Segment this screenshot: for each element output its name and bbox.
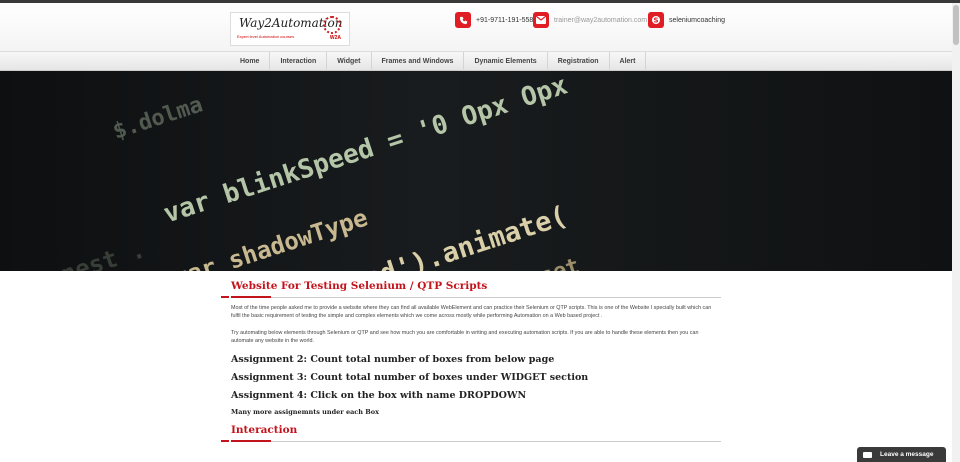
nav-item-widget[interactable]: Widget (327, 52, 372, 71)
phone-icon (455, 12, 471, 28)
logo-mark-icon (323, 16, 341, 34)
nav-item-alert[interactable]: Alert (610, 52, 647, 71)
nav-item-frames-and-windows[interactable]: Frames and Windows (372, 52, 465, 71)
section-title-interaction: Interaction (231, 423, 298, 436)
site-header: Way2Automation Expert level Automation c… (0, 3, 952, 51)
nav-item-home[interactable]: Home (230, 52, 271, 71)
envelope-icon (863, 451, 872, 458)
hero-code-line: $ nest . (30, 235, 149, 271)
skype-id[interactable]: seleniumcoaching (669, 17, 725, 24)
phone-number: +91-9711-191-558 (476, 16, 534, 24)
heading-divider (221, 292, 721, 298)
main-content: Website For Testing Selenium / QTP Scrip… (221, 280, 721, 448)
svg-text:S: S (653, 17, 658, 25)
hero-banner-code-image: $.dolma var blinkSpeed = '0 Opx Opx var … (0, 71, 952, 271)
contact-skype: S seleniumcoaching (648, 12, 725, 28)
more-assignments-note: Many more assignemnts under each Box (231, 407, 379, 416)
instructions-paragraph: Try automating below elements through Se… (231, 329, 699, 345)
assignment-2: Assignment 2: Count total number of boxe… (231, 353, 555, 365)
logo-mark-text: W2A (329, 35, 341, 41)
mail-icon (533, 12, 549, 28)
intro-paragraph: Most of the time people asked me to prov… (231, 305, 712, 320)
skype-icon: S (648, 12, 664, 28)
nav-item-interaction[interactable]: Interaction (270, 52, 328, 71)
main-nav: Home Interaction Widget Frames and Windo… (0, 51, 952, 71)
nav-item-dynamic-elements[interactable]: Dynamic Elements (464, 52, 548, 71)
scrollbar-thumb[interactable] (953, 5, 959, 45)
assignment-4: Assignment 4: Click on the box with name… (231, 389, 527, 401)
logo-tagline: Expert level Automation courses (237, 34, 295, 39)
section-divider (221, 436, 721, 442)
site-logo[interactable]: Way2Automation Expert level Automation c… (230, 12, 350, 46)
assignment-3: Assignment 3: Count total number of boxe… (231, 371, 589, 383)
contact-email: trainer@way2automation.com (533, 12, 647, 28)
page-title: Website For Testing Selenium / QTP Scrip… (231, 280, 488, 292)
leave-message-label: Leave a message (880, 451, 934, 458)
hero-code-line: var blinkSpeed = '0 Opx Opx (160, 71, 572, 230)
nav-item-registration[interactable]: Registration (548, 52, 610, 71)
page-scrollbar[interactable] (952, 3, 960, 462)
contact-phone: +91-9711-191-558 (455, 12, 533, 28)
email-link[interactable]: trainer@way2automation.com (554, 17, 647, 24)
hero-code-line: $.dolma (110, 92, 206, 145)
leave-message-widget[interactable]: Leave a message (857, 447, 946, 462)
